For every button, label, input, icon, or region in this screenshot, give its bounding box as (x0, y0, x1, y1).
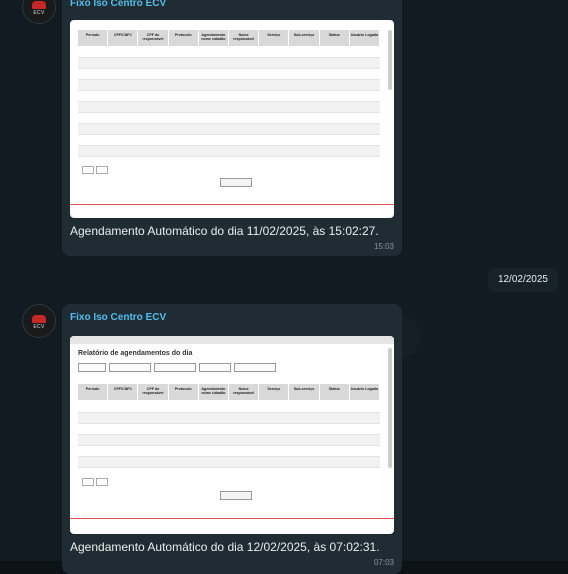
app-navbar (70, 336, 394, 344)
scrollbar (388, 30, 392, 90)
col-responsavel: Nome responsável (229, 30, 260, 46)
table-row (78, 58, 380, 69)
col-periodo: Período (78, 30, 109, 46)
sender-name[interactable]: Fixo Iso Centro ECV (70, 312, 166, 323)
table-body (78, 47, 380, 157)
avatar-label: ECV (33, 9, 45, 16)
col-nome: Agendamento nome cidadão (199, 384, 230, 400)
scrollbar (388, 348, 392, 468)
col-servico: Serviço (259, 30, 290, 46)
date-divider: 12/02/2025 (487, 268, 558, 292)
message-time: 07:03 (373, 558, 394, 567)
avatar-label: ECV (33, 323, 45, 330)
table-row (78, 69, 380, 80)
col-protocolo: Protocolo (169, 384, 199, 400)
message-caption: Agendamento Automático do dia 12/02/2025… (70, 540, 380, 554)
footer-divider (70, 204, 394, 205)
col-cpf: CPF/CNPJ (108, 30, 139, 46)
col-nome: Agendamento nome cidadão (199, 30, 230, 46)
sender-name[interactable]: Fixo Iso Centro ECV (70, 0, 166, 9)
table-row (78, 135, 380, 146)
pagination[interactable] (82, 166, 108, 174)
table-row (78, 146, 380, 157)
export-excel-button[interactable] (220, 178, 252, 187)
export-excel-button[interactable] (220, 491, 252, 500)
table-row (78, 80, 380, 91)
sender-avatar[interactable]: ECV (22, 304, 56, 338)
table-header: Período CPF/CNPJ CPF do responsável Prot… (78, 384, 381, 400)
table-row (78, 47, 380, 58)
col-subservico: Sub-serviço (289, 384, 320, 400)
table-row (78, 413, 380, 424)
col-cpf-resp: CPF do responsável (138, 384, 169, 400)
report-title: Relatório de agendamentos do dia (78, 350, 193, 357)
col-protocolo: Protocolo (169, 30, 199, 46)
pagination[interactable] (82, 478, 108, 486)
filter-bar[interactable] (78, 363, 276, 372)
col-cpf: CPF/CNPJ (108, 384, 139, 400)
table-row (78, 424, 380, 435)
col-subservico: Sub-serviço (289, 30, 320, 46)
screenshot-image[interactable]: Relatório de agendamentos do dia Período… (70, 336, 394, 534)
table-row (78, 102, 380, 113)
table-row (78, 435, 380, 446)
message-bubble[interactable]: Fixo Iso Centro ECV Relatório de agendam… (62, 304, 402, 574)
car-logo-icon (32, 314, 46, 323)
message-time: 15:03 (373, 242, 394, 251)
col-status: Status (320, 30, 350, 46)
footer-divider (70, 518, 394, 519)
car-logo-icon (32, 0, 46, 9)
col-periodo: Período (78, 384, 109, 400)
col-status: Status (320, 384, 350, 400)
table-row (78, 402, 380, 413)
col-cpf-resp: CPF do responsável (138, 30, 169, 46)
table-row (78, 446, 380, 457)
col-usuario: Usuário Logado (350, 30, 381, 46)
table-row (78, 457, 380, 468)
message-caption: Agendamento Automático do dia 11/02/2025… (70, 224, 379, 238)
table-body (78, 402, 380, 468)
table-header: Período CPF/CNPJ CPF do responsável Prot… (78, 30, 381, 46)
message-bubble[interactable]: Fixo Iso Centro ECV Período CPF/CNPJ CPF… (62, 0, 402, 256)
table-row (78, 91, 380, 102)
table-row (78, 113, 380, 124)
col-usuario: Usuário Logado (350, 384, 381, 400)
col-servico: Serviço (259, 384, 290, 400)
col-responsavel: Nome responsável (229, 384, 260, 400)
table-row (78, 124, 380, 135)
screenshot-image[interactable]: Período CPF/CNPJ CPF do responsável Prot… (70, 20, 394, 218)
